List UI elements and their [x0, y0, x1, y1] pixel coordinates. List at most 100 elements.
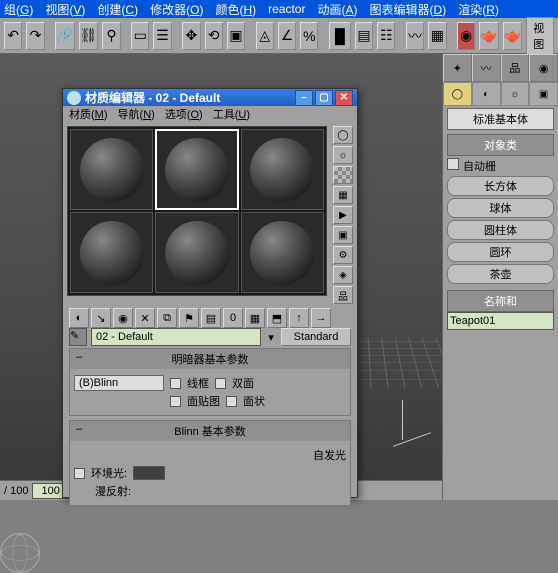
make-unique-button[interactable]: ⚑ [179, 308, 199, 328]
copy-button[interactable]: ⧉ [157, 308, 177, 328]
percent-snap-button[interactable]: % [300, 22, 318, 50]
pick-material-button[interactable]: ✎ [69, 328, 87, 346]
category-dropdown[interactable]: 标准基本体 [447, 108, 554, 130]
select-button[interactable]: ▭ [131, 22, 149, 50]
menu-graph-editor[interactable]: 图表编辑器(D) [370, 1, 447, 18]
sample-type-button[interactable]: ◯ [333, 126, 353, 144]
viewport-perspective[interactable] [0, 54, 442, 58]
scale-button[interactable]: ▣ [227, 22, 245, 50]
material-type-button[interactable]: Standard [281, 328, 351, 346]
close-button[interactable]: ✕ [335, 90, 353, 106]
menu-modifier[interactable]: 修改器(O) [150, 1, 203, 18]
faceted-checkbox[interactable] [226, 396, 237, 407]
material-editor-button[interactable]: ◉ [457, 22, 475, 50]
go-forward-button[interactable]: → [311, 308, 331, 328]
shader-dropdown[interactable]: (B)Blinn [74, 375, 164, 391]
preview-button[interactable]: ▣ [333, 226, 353, 244]
box-button[interactable]: 长方体 [447, 176, 554, 196]
ambient-color-swatch[interactable] [133, 466, 165, 480]
material-slot-2[interactable] [155, 129, 238, 210]
me-menu-navigate[interactable]: 导航(N) [118, 106, 155, 122]
material-editor-icon [67, 91, 81, 105]
background-button[interactable] [333, 166, 353, 184]
menu-group[interactable]: 组(G) [4, 1, 33, 18]
two-sided-label: 双面 [232, 375, 254, 391]
material-slot-3[interactable] [241, 129, 324, 210]
show-end-result-button[interactable]: ⬒ [267, 308, 287, 328]
put-to-library-button[interactable]: ▤ [201, 308, 221, 328]
teapot-button[interactable]: 茶壶 [447, 264, 554, 284]
rotate-button[interactable]: ⟲ [205, 22, 223, 50]
shader-params-rollout: 明暗器基本参数 (B)Blinn 线框 双面 面贴图 面状 [69, 348, 351, 416]
geometry-subtab[interactable]: ◯ [443, 82, 472, 106]
material-slot-1[interactable] [70, 129, 153, 210]
material-map-nav-button[interactable]: 品 [333, 286, 353, 304]
mirror-button[interactable]: ▐▌ [329, 22, 351, 50]
create-tab[interactable]: ✦ [443, 54, 472, 82]
ambient-lock-checkbox[interactable] [74, 468, 85, 479]
put-to-scene-button[interactable]: ↘ [91, 308, 111, 328]
object-name-input[interactable] [447, 312, 554, 330]
shapes-subtab[interactable]: ◐ [472, 82, 501, 106]
torus-button[interactable]: 圆环 [447, 242, 554, 262]
menu-reactor[interactable]: reactor [268, 2, 305, 16]
move-button[interactable]: ✥ [182, 22, 200, 50]
menu-animation[interactable]: 动画(A) [317, 1, 357, 18]
angle-snap-button[interactable]: ∠ [278, 22, 296, 50]
menu-color[interactable]: 颜色(H) [215, 1, 256, 18]
material-slots [67, 126, 327, 296]
get-material-button[interactable]: ◐ [69, 308, 89, 328]
sphere-button[interactable]: 球体 [447, 198, 554, 218]
material-slot-4[interactable] [70, 212, 153, 293]
cameras-subtab[interactable]: ▣ [529, 82, 558, 106]
video-check-button[interactable]: ▶ [333, 206, 353, 224]
modify-tab[interactable]: 〰 [472, 54, 501, 82]
shader-params-header[interactable]: 明暗器基本参数 [70, 349, 350, 369]
menu-view[interactable]: 视图(V) [45, 1, 85, 18]
me-menu-material[interactable]: 材质(M) [69, 106, 108, 122]
blinn-params-header[interactable]: Blinn 基本参数 [70, 421, 350, 441]
backlight-button[interactable]: ☼ [333, 146, 353, 164]
autogrid-label: 自动栅 [463, 158, 496, 174]
two-sided-checkbox[interactable] [215, 378, 226, 389]
material-slot-5[interactable] [155, 212, 238, 293]
snap-button[interactable]: ◬ [256, 22, 274, 50]
uv-tile-button[interactable]: ▦ [333, 186, 353, 204]
curve-editor-button[interactable]: 〰 [406, 22, 424, 50]
lights-subtab[interactable]: ☼ [501, 82, 530, 106]
layer-button[interactable]: ☷ [377, 22, 395, 50]
show-map-button[interactable]: ▦ [245, 308, 265, 328]
select-by-material-button[interactable]: ◈ [333, 266, 353, 284]
menu-render[interactable]: 渲染(R) [458, 1, 499, 18]
motion-tab[interactable]: ◉ [529, 54, 558, 82]
menu-create[interactable]: 创建(C) [97, 1, 138, 18]
align-button[interactable]: ▤ [355, 22, 373, 50]
quick-render-button[interactable]: 🫖 [503, 22, 522, 50]
maximize-button[interactable]: ▢ [315, 90, 333, 106]
cylinder-button[interactable]: 圆柱体 [447, 220, 554, 240]
material-id-button[interactable]: 0 [223, 308, 243, 328]
undo-button[interactable]: ↶ [4, 22, 22, 50]
link-button[interactable]: 🔗 [55, 22, 74, 50]
bind-button[interactable]: ⚲ [102, 22, 120, 50]
hierarchy-tab[interactable]: 品 [501, 54, 530, 82]
me-menu-tools[interactable]: 工具(U) [213, 106, 250, 122]
view-dropdown[interactable]: 视图 [526, 17, 554, 55]
assign-to-selection-button[interactable]: ◉ [113, 308, 133, 328]
material-editor-titlebar[interactable]: 材质编辑器 - 02 - Default – ▢ ✕ [63, 89, 357, 106]
autogrid-checkbox[interactable] [447, 158, 459, 170]
minimize-button[interactable]: – [295, 90, 313, 106]
material-name-input[interactable]: 02 - Default [91, 328, 261, 346]
redo-button[interactable]: ↷ [26, 22, 44, 50]
wire-checkbox[interactable] [170, 378, 181, 389]
render-scene-button[interactable]: 🫖 [479, 22, 498, 50]
reset-button[interactable]: ✕ [135, 308, 155, 328]
unlink-button[interactable]: ⛓ [79, 22, 99, 50]
go-parent-button[interactable]: ↑ [289, 308, 309, 328]
options-button[interactable]: ⚙ [333, 246, 353, 264]
me-menu-options[interactable]: 选项(O) [165, 106, 203, 122]
select-name-button[interactable]: ☰ [153, 22, 171, 50]
material-slot-6[interactable] [241, 212, 324, 293]
face-map-checkbox[interactable] [170, 396, 181, 407]
schematic-button[interactable]: ▦ [428, 22, 446, 50]
